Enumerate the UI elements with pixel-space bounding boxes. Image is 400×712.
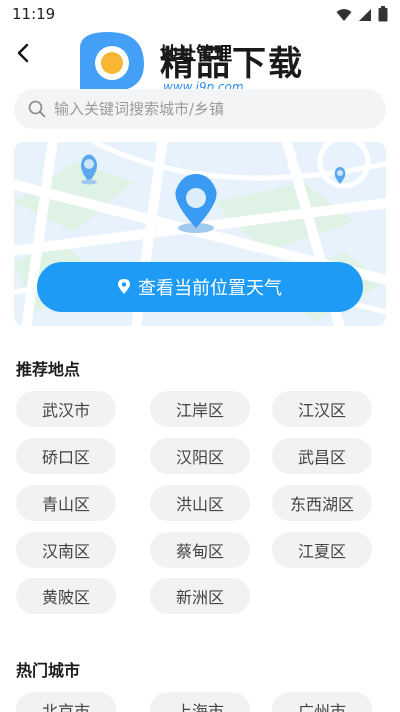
place-chip[interactable]: 硚口区 — [16, 438, 116, 474]
page-title: 地址管理 — [160, 44, 232, 65]
place-chip[interactable]: 江汉区 — [272, 391, 372, 427]
place-chip[interactable]: 东西湖区 — [272, 485, 372, 521]
search-icon — [28, 100, 46, 118]
place-chip[interactable]: 青山区 — [16, 485, 116, 521]
header: 地址管理 — [0, 30, 400, 80]
city-chip[interactable]: 北京市 — [16, 692, 116, 712]
wifi-icon — [336, 7, 352, 26]
city-chip[interactable]: 上海市 — [150, 692, 250, 712]
map-card: 查看当前位置天气 — [14, 142, 386, 326]
signal-icon — [358, 7, 372, 26]
location-pin-icon — [118, 279, 130, 295]
back-button[interactable] — [8, 38, 38, 68]
place-chip[interactable]: 武昌区 — [272, 438, 372, 474]
back-arrow-icon — [17, 43, 29, 63]
search-box[interactable] — [14, 89, 386, 129]
place-chip[interactable]: 江岸区 — [150, 391, 250, 427]
place-chip[interactable]: 蔡甸区 — [150, 532, 250, 568]
place-chip[interactable]: 江夏区 — [272, 532, 372, 568]
locate-button-label: 查看当前位置天气 — [138, 278, 282, 299]
city-chip[interactable]: 广州市 — [272, 692, 372, 712]
place-chip[interactable]: 洪山区 — [150, 485, 250, 521]
place-chip[interactable]: 黄陂区 — [16, 578, 116, 614]
place-chip[interactable]: 武汉市 — [16, 391, 116, 427]
place-chip[interactable]: 新洲区 — [150, 578, 250, 614]
hot-cities-section-title: 热门城市 — [16, 661, 81, 680]
status-icons — [336, 6, 388, 26]
status-bar: 11:19 — [0, 0, 400, 30]
status-time: 11:19 — [12, 5, 56, 23]
recommended-section-title: 推荐地点 — [16, 360, 81, 379]
battery-icon — [378, 6, 388, 26]
search-input[interactable] — [54, 100, 354, 118]
place-chip[interactable]: 汉南区 — [16, 532, 116, 568]
view-current-location-weather-button[interactable]: 查看当前位置天气 — [37, 262, 363, 312]
place-chip[interactable]: 汉阳区 — [150, 438, 250, 474]
